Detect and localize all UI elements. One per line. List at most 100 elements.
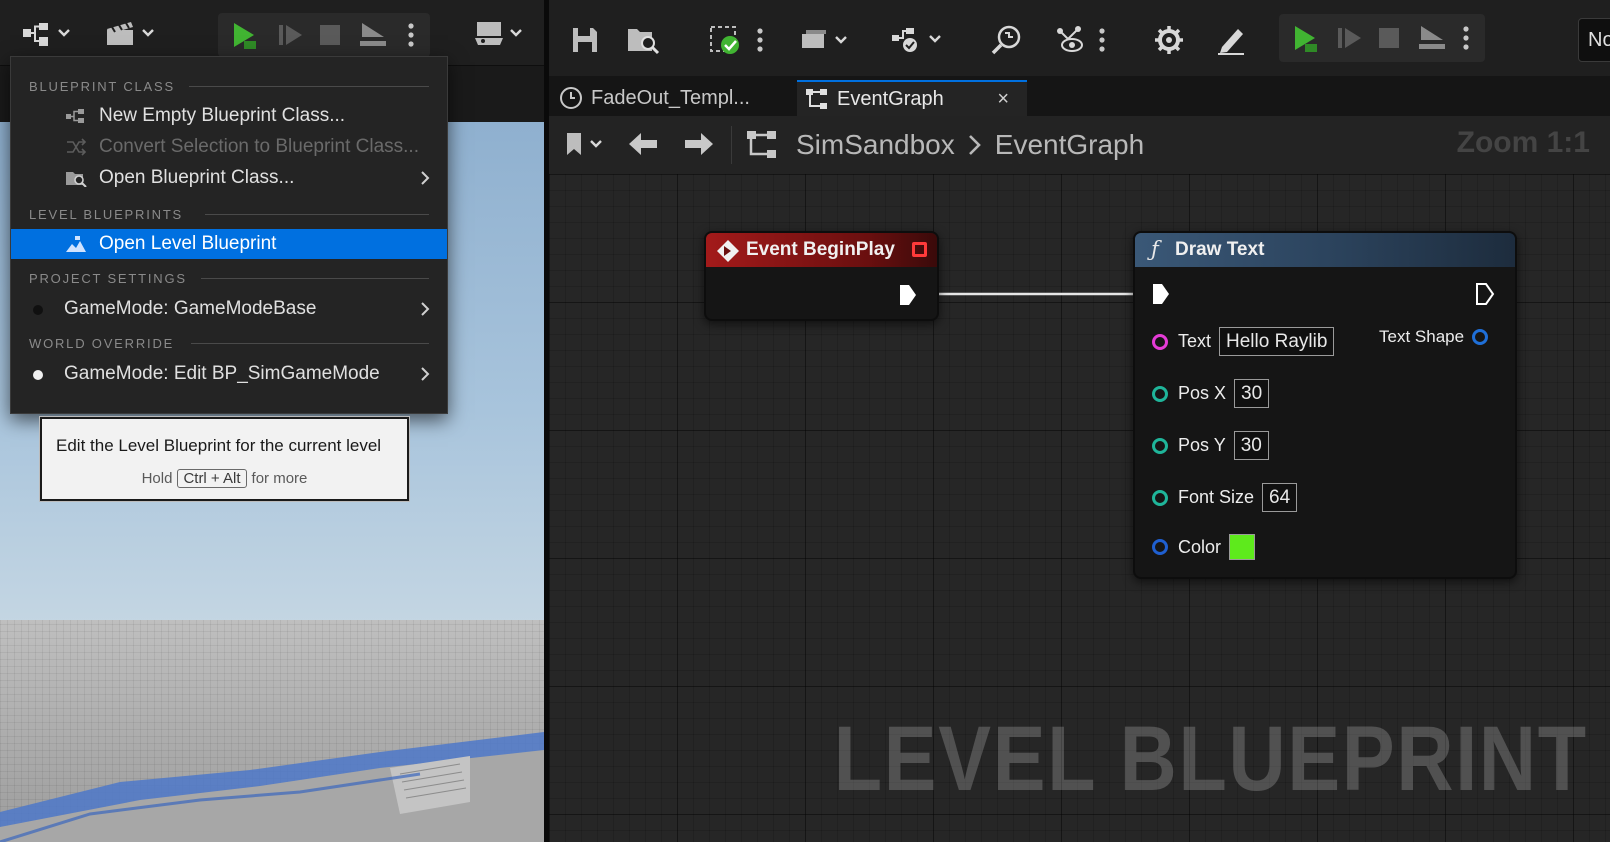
chevron-right-icon — [421, 367, 430, 381]
color-struct-pin-icon[interactable] — [1152, 539, 1168, 555]
class-settings-button[interactable] — [1149, 22, 1189, 58]
cinematics-button[interactable] — [100, 18, 160, 48]
pos-x-value-field[interactable]: 30 — [1234, 379, 1270, 408]
eject-button[interactable] — [354, 17, 390, 53]
text-value-field[interactable]: Hello Raylib — [1219, 327, 1335, 356]
menu-item-label: Open Blueprint Class... — [99, 167, 295, 188]
editor-stop-button[interactable] — [1371, 20, 1407, 56]
forward-button[interactable] — [679, 126, 719, 162]
event-beginplay-node[interactable]: Event BeginPlay — [704, 231, 939, 321]
compile-button[interactable] — [705, 22, 745, 58]
play-icon — [234, 23, 256, 49]
breadcrumb-divider — [731, 126, 732, 164]
close-icon[interactable]: × — [997, 88, 1009, 111]
menu-item-label: GameMode: GameModeBase — [64, 298, 317, 319]
event-graph-canvas[interactable]: LEVEL BLUEPRINT Event BeginPlay ƒ Draw T… — [549, 174, 1610, 842]
menu-item-label: Convert Selection to Blueprint Class... — [99, 136, 419, 157]
advance-frame-icon — [1338, 28, 1361, 48]
bookmarks-button[interactable] — [563, 126, 609, 162]
stop-icon — [1379, 28, 1399, 48]
advance-frame-button[interactable] — [272, 17, 308, 53]
browse-button[interactable] — [623, 22, 663, 58]
hide-unrelated-button[interactable] — [1049, 22, 1089, 58]
tooltip-hold: Hold — [141, 470, 173, 487]
platforms-button[interactable] — [470, 18, 530, 48]
menu-section-blueprint-class: BLUEPRINT CLASS — [11, 75, 447, 97]
integer-pin-icon[interactable] — [1152, 489, 1168, 506]
pin-text-shape: Text Shape — [1379, 327, 1489, 347]
editor-play-button[interactable] — [1287, 20, 1323, 56]
struct-output-pin-icon[interactable] — [1472, 329, 1489, 345]
blueprint-menu-button[interactable] — [18, 18, 76, 48]
node-title: Event BeginPlay — [746, 239, 895, 260]
compile-icon — [710, 26, 739, 54]
tab-label: EventGraph — [837, 87, 944, 110]
find-button[interactable] — [987, 22, 1027, 58]
more-options-icon — [408, 23, 414, 47]
editor-advance-frame-button[interactable] — [1331, 20, 1367, 56]
eject-icon — [360, 23, 386, 46]
menu-section-world-override: WORLD OVERRIDE — [11, 332, 447, 354]
breadcrumb: SimSandbox EventGraph — [796, 126, 1144, 164]
stop-button[interactable] — [312, 17, 348, 53]
menu-section-level-blueprints: LEVEL BLUEPRINTS — [11, 203, 447, 225]
menu-item-gamemode-edit[interactable]: GameMode: Edit BP_SimGameMode — [11, 359, 447, 389]
clock-icon — [560, 87, 582, 109]
menu-item-open-level-blueprint[interactable]: Open Level Blueprint — [11, 229, 447, 259]
pos-y-value-field[interactable]: 30 — [1233, 431, 1269, 460]
menu-item-gamemode-base[interactable]: GameMode: GameModeBase — [11, 294, 447, 324]
menu-item-label: Open Level Blueprint — [99, 233, 277, 254]
tooltip-text: Edit the Level Blueprint for the current… — [56, 436, 382, 455]
bookmark-icon — [567, 133, 602, 155]
breadcrumb-separator-icon — [968, 135, 981, 155]
exec-output-pin-icon[interactable] — [898, 283, 918, 307]
tab-eventgraph[interactable]: EventGraph × — [797, 80, 1027, 116]
edit-defaults-icon — [1218, 29, 1244, 55]
menu-section-project-settings: PROJECT SETTINGS — [11, 267, 447, 289]
save-button[interactable] — [567, 22, 603, 58]
integer-pin-icon[interactable] — [1152, 385, 1168, 402]
tab-fadeout-template[interactable]: FadeOut_Templ... — [559, 80, 781, 116]
pin-font-size: Font Size 64 — [1152, 483, 1298, 512]
editor-play-options-button[interactable] — [1455, 20, 1477, 56]
event-icon — [717, 240, 739, 262]
pin-label: Pos Y — [1178, 435, 1226, 455]
back-button[interactable] — [623, 126, 663, 162]
breadcrumb-root[interactable]: SimSandbox — [796, 129, 955, 161]
delegate-pin-icon[interactable] — [912, 242, 927, 257]
string-pin-icon[interactable] — [1152, 333, 1168, 350]
debug-object-dropdown[interactable]: No — [1578, 18, 1610, 62]
tooltip-shortcut-key: Ctrl + Alt — [177, 469, 247, 488]
exec-input-pin-icon[interactable] — [1151, 282, 1171, 306]
breadcrumb-current: EventGraph — [994, 129, 1145, 160]
menu-item-open-blueprint-class[interactable]: Open Blueprint Class... — [11, 163, 447, 193]
pin-label: Text — [1178, 331, 1212, 351]
graph-options-button[interactable] — [1095, 22, 1109, 58]
play-button[interactable] — [226, 17, 262, 53]
editor-eject-button[interactable] — [1413, 20, 1449, 56]
draw-text-node[interactable]: ƒ Draw Text Text Hello Raylib Text Shape… — [1133, 231, 1517, 579]
chevron-right-icon — [421, 171, 430, 185]
color-swatch[interactable] — [1229, 534, 1256, 560]
play-options-button[interactable] — [400, 17, 422, 53]
class-defaults-button[interactable] — [1211, 22, 1251, 58]
pin-color: Color — [1152, 534, 1256, 560]
arrow-right-icon — [685, 133, 713, 155]
compile-options-button[interactable] — [753, 22, 767, 58]
platforms-icon — [475, 22, 522, 45]
font-size-value-field[interactable]: 64 — [1262, 483, 1298, 512]
menu-item-label: New Empty Blueprint Class... — [99, 105, 346, 126]
debug-object-label: No — [1588, 29, 1610, 51]
node-header: ƒ Draw Text — [1135, 233, 1515, 267]
pin-pos-y: Pos Y 30 — [1152, 431, 1269, 460]
integer-pin-icon[interactable] — [1152, 437, 1168, 454]
diff-button[interactable] — [795, 24, 853, 56]
exec-output-pin-icon[interactable] — [1475, 282, 1495, 306]
diff-icon — [802, 30, 847, 48]
graph-icon — [806, 89, 827, 109]
find-references-button[interactable] — [889, 22, 947, 58]
menu-item-new-empty-blueprint[interactable]: New Empty Blueprint Class... — [11, 101, 447, 131]
pin-pos-x: Pos X 30 — [1152, 379, 1270, 408]
menu-section-label: PROJECT SETTINGS — [29, 271, 187, 286]
tooltip: Edit the Level Blueprint for the current… — [39, 416, 410, 502]
